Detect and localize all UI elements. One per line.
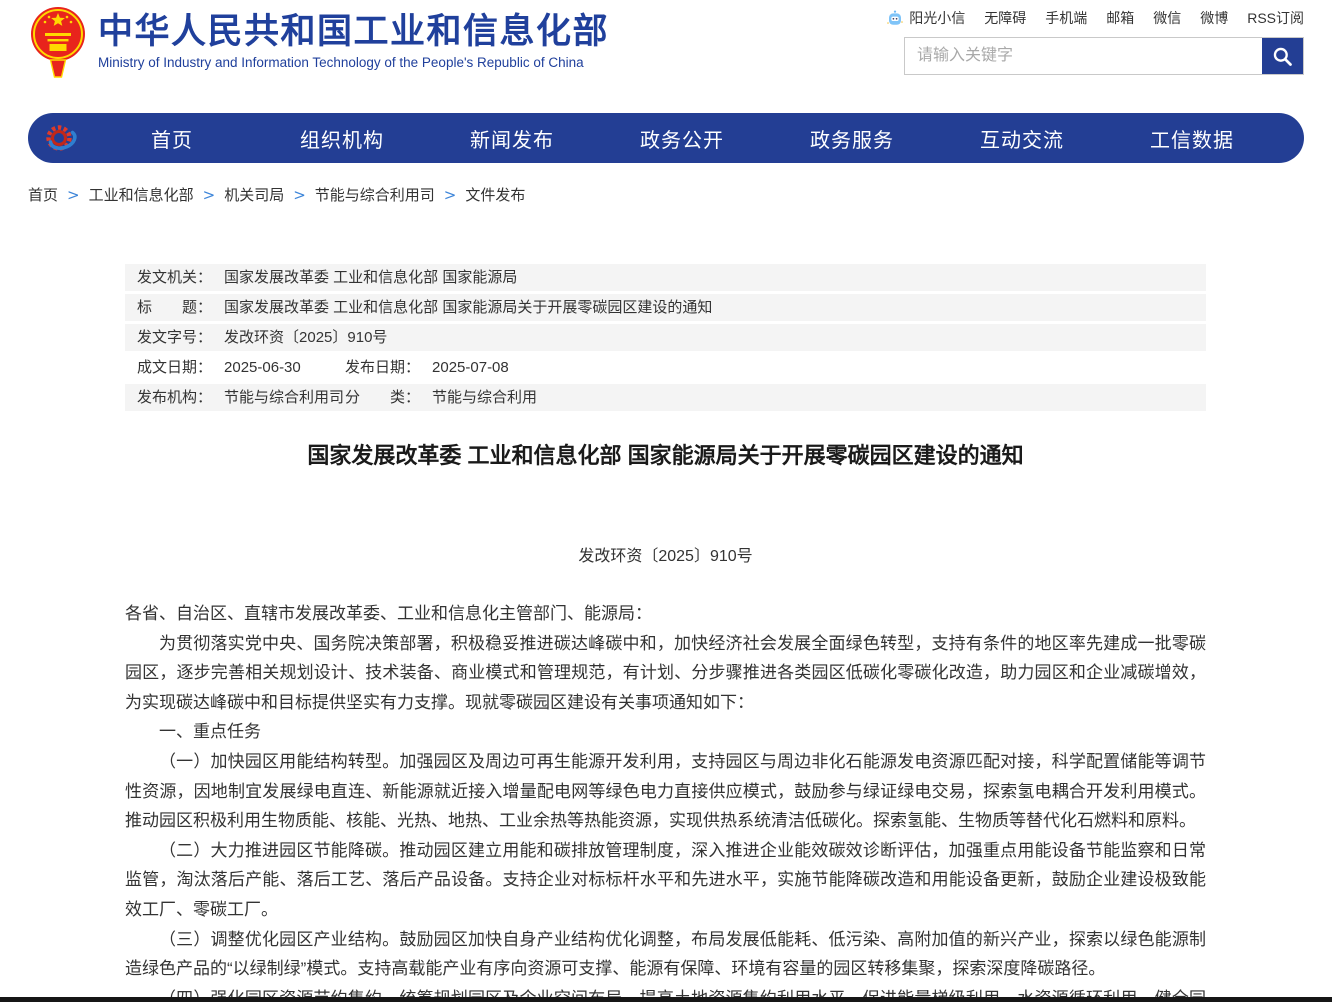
search-icon: [1272, 46, 1293, 67]
meta-value: 2025-06-30: [224, 354, 301, 381]
meta-row-publisher: 发布机构： 节能与综合利用司 分 类： 节能与综合利用: [125, 384, 1206, 411]
quick-link-mailbox[interactable]: 邮箱: [1106, 8, 1134, 28]
breadcrumb-separator: >: [293, 186, 306, 204]
quick-link-weibo[interactable]: 微博: [1200, 8, 1228, 28]
meta-label: 发布日期：: [345, 354, 420, 381]
meta-value: 2025-07-08: [432, 354, 509, 381]
footer-bar: [0, 997, 1332, 1002]
breadcrumb-separator: >: [203, 186, 216, 204]
nav-item-organization[interactable]: 组织机构: [257, 124, 427, 153]
meta-value: 国家发展改革委 工业和信息化部 国家能源局关于开展零碳园区建设的通知: [224, 294, 712, 321]
quick-link-sunshine-assistant[interactable]: 阳光小信: [886, 8, 965, 28]
article-body: 各省、自治区、直辖市发展改革委、工业和信息化主管部门、能源局： 为贯彻落实党中央…: [125, 599, 1206, 1002]
site-subtitle: Ministry of Industry and Information Tec…: [98, 55, 609, 70]
quick-link-accessibility[interactable]: 无障碍: [984, 8, 1026, 28]
document-meta-table: 发文机关： 国家发展改革委 工业和信息化部 国家能源局 标 题： 国家发展改革委…: [125, 264, 1206, 411]
article-doc-number: 发改环资〔2025〕910号: [125, 542, 1206, 566]
meta-label: 分 类：: [345, 384, 420, 411]
nav-logo-icon: [44, 121, 78, 155]
search-bar: [904, 37, 1304, 75]
meta-row-issuing-authority: 发文机关： 国家发展改革委 工业和信息化部 国家能源局: [125, 264, 1206, 291]
meta-value: 国家发展改革委 工业和信息化部 国家能源局: [224, 264, 517, 291]
meta-value: 节能与综合利用司: [224, 384, 344, 411]
nav-item-home[interactable]: 首页: [87, 124, 257, 153]
site-logo[interactable]: 中华人民共和国工业和信息化部 Ministry of Industry and …: [30, 6, 609, 80]
nav-item-interaction[interactable]: 互动交流: [937, 124, 1107, 153]
meta-label: 成文日期：: [137, 354, 212, 381]
site-title: 中华人民共和国工业和信息化部: [98, 12, 609, 52]
breadcrumb-item-document-release[interactable]: 文件发布: [465, 184, 525, 205]
breadcrumb-item-home[interactable]: 首页: [28, 184, 58, 205]
breadcrumb-item-miit[interactable]: 工业和信息化部: [89, 184, 194, 205]
document-area: 发文机关： 国家发展改革委 工业和信息化部 国家能源局 标 题： 国家发展改革委…: [125, 264, 1206, 1002]
main-nav: 首页 组织机构 新闻发布 政务公开 政务服务 互动交流 工信数据: [28, 113, 1304, 163]
breadcrumb: 首页 > 工业和信息化部 > 机关司局 > 节能与综合利用司 > 文件发布: [28, 184, 525, 205]
article-section-heading: 一、重点任务: [125, 717, 1206, 747]
quick-link-wechat[interactable]: 微信: [1153, 8, 1181, 28]
article-salutation: 各省、自治区、直辖市发展改革委、工业和信息化主管部门、能源局：: [125, 599, 1206, 629]
meta-row-doc-number: 发文字号： 发改环资〔2025〕910号: [125, 324, 1206, 351]
site-header: 中华人民共和国工业和信息化部 Ministry of Industry and …: [0, 0, 1332, 113]
quick-link-rss[interactable]: RSS订阅: [1247, 8, 1304, 28]
meta-label: 发文字号：: [137, 324, 212, 351]
meta-label: 发布机构：: [137, 384, 212, 411]
quick-link-mobile[interactable]: 手机端: [1045, 8, 1087, 28]
search-input[interactable]: [905, 38, 1262, 74]
meta-label: 标 题：: [137, 294, 212, 321]
article-paragraph: 为贯彻落实党中央、国务院决策部署，积极稳妥推进碳达峰碳中和，加快经济社会发展全面…: [125, 629, 1206, 718]
page: 中华人民共和国工业和信息化部 Ministry of Industry and …: [0, 0, 1332, 1002]
meta-row-title: 标 题： 国家发展改革委 工业和信息化部 国家能源局关于开展零碳园区建设的通知: [125, 294, 1206, 321]
breadcrumb-separator: >: [444, 186, 457, 204]
meta-value: 发改环资〔2025〕910号: [224, 324, 387, 351]
nav-item-news[interactable]: 新闻发布: [427, 124, 597, 153]
meta-value: 节能与综合利用: [432, 384, 537, 411]
meta-row-dates: 成文日期： 2025-06-30 发布日期： 2025-07-08: [125, 354, 1206, 381]
article-paragraph: （二）大力推进园区节能降碳。推动园区建立用能和碳排放管理制度，深入推进企业能效碳…: [125, 836, 1206, 925]
nav-item-miit-data[interactable]: 工信数据: [1107, 124, 1277, 153]
national-emblem-icon: [30, 6, 86, 80]
article-paragraph: （一）加快园区用能结构转型。加强园区及周边可再生能源开发利用，支持园区与周边非化…: [125, 747, 1206, 836]
breadcrumb-item-energy-dept[interactable]: 节能与综合利用司: [315, 184, 435, 205]
breadcrumb-separator: >: [67, 186, 80, 204]
quick-link-label: 阳光小信: [909, 8, 965, 28]
breadcrumb-item-departments[interactable]: 机关司局: [224, 184, 284, 205]
article-title: 国家发展改革委 工业和信息化部 国家能源局关于开展零碳园区建设的通知: [125, 441, 1206, 471]
article-paragraph: （三）调整优化园区产业结构。鼓励园区加快自身产业结构优化调整，布局发展低能耗、低…: [125, 925, 1206, 984]
quick-links: 阳光小信 无障碍 手机端 邮箱 微信 微博 RSS订阅: [886, 8, 1304, 28]
nav-item-gov-disclosure[interactable]: 政务公开: [597, 124, 767, 153]
robot-icon: [886, 9, 904, 27]
site-title-group: 中华人民共和国工业和信息化部 Ministry of Industry and …: [98, 6, 609, 70]
search-button[interactable]: [1262, 38, 1303, 74]
nav-item-gov-services[interactable]: 政务服务: [767, 124, 937, 153]
meta-label: 发文机关：: [137, 264, 212, 291]
